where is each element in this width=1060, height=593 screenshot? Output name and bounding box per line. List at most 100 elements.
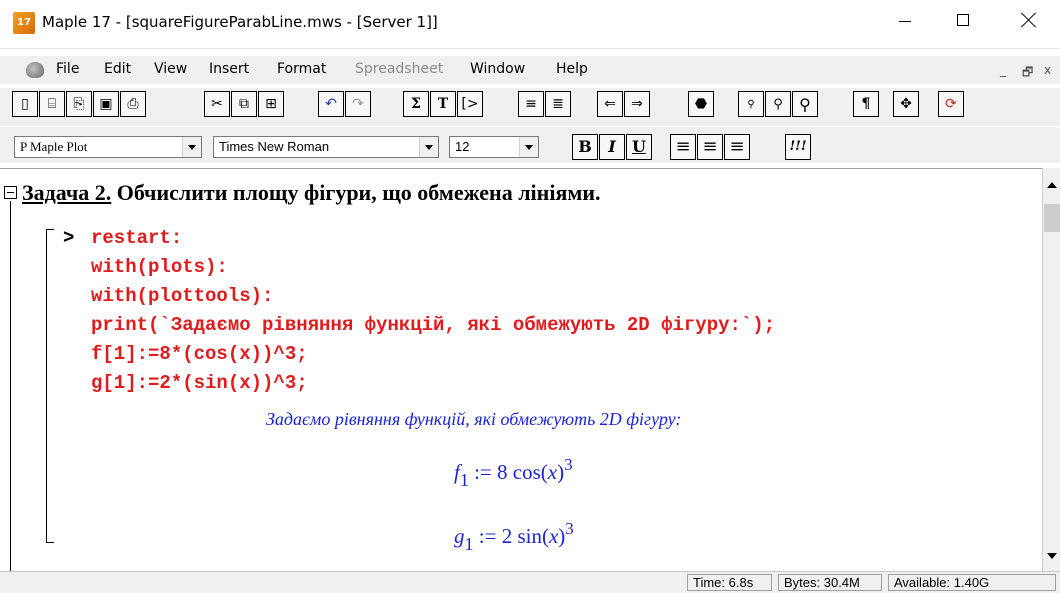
argument: x [548, 524, 559, 548]
chevron-down-icon[interactable] [419, 137, 438, 157]
new-icon[interactable]: ▯ [12, 91, 38, 117]
function-name: sin [517, 524, 542, 548]
toolbar-group-file: ▯ ⌸ ⎘ ▣ ⎙ [12, 91, 146, 119]
heading-text: Обчислити площу фігури, що обмежена ліні… [111, 180, 601, 205]
maple-leaf-icon[interactable] [26, 62, 44, 78]
status-time: Time: 6.8s [687, 574, 772, 591]
open-icon[interactable]: ⌸ [39, 91, 65, 117]
restart-icon[interactable]: ⟳ [938, 91, 964, 117]
font-select-value: Times New Roman [219, 139, 330, 154]
minimize-icon [899, 20, 911, 22]
menu-window[interactable]: Window [470, 61, 525, 77]
move-icon[interactable]: ✥ [893, 91, 919, 117]
back-icon[interactable]: ⇐ [597, 91, 623, 117]
code-line[interactable]: with(plottools): [91, 285, 273, 307]
coefficient: 8 [497, 460, 508, 484]
zoom-small-icon[interactable]: ⚲ [738, 91, 764, 117]
code-line[interactable]: f[1]:=8*(cos(x))^3; [91, 343, 308, 365]
chevron-down-icon[interactable] [519, 137, 538, 157]
output-f1: f1 := 8 cos(x)3 [454, 455, 573, 490]
zoom-medium-icon[interactable]: ⚲ [765, 91, 791, 117]
worksheet[interactable]: Задача 2. Обчислити площу фігури, що обм… [0, 168, 1042, 572]
bold-button[interactable]: B [572, 134, 598, 160]
minimize-button[interactable] [882, 0, 928, 36]
exponent: 3 [564, 455, 573, 474]
sigma-icon[interactable]: Σ [403, 91, 429, 117]
status-bytes: Bytes: 30.4M [778, 574, 882, 591]
toolbar-group-restart: ⟳ [938, 91, 964, 119]
menu-help[interactable]: Help [556, 61, 588, 77]
maximize-button[interactable] [940, 0, 986, 36]
code-line[interactable]: print(`Задаємо рівняння функцій, які обм… [91, 314, 775, 336]
output-name: g [454, 524, 465, 548]
save-icon[interactable]: ▣ [93, 91, 119, 117]
menu-insert[interactable]: Insert [209, 61, 249, 77]
forward-icon[interactable]: ⇒ [624, 91, 650, 117]
align-center-icon[interactable]: ≡ [697, 134, 723, 160]
open-url-icon[interactable]: ⎘ [66, 91, 92, 117]
vertical-scrollbar[interactable] [1042, 168, 1060, 571]
size-select-value: 12 [455, 139, 470, 154]
size-select[interactable]: 12 [449, 136, 539, 158]
collapse-icon[interactable]: ≡ [518, 91, 544, 117]
output-g1: g1 := 2 sin(x)3 [454, 519, 574, 554]
underline-button[interactable]: U [626, 134, 652, 160]
zoom-large-icon[interactable]: ⚲ [792, 91, 818, 117]
section-collapse-button[interactable] [4, 186, 17, 199]
execute-all-button[interactable]: !!! [785, 134, 811, 160]
exponent: 3 [565, 519, 574, 538]
mdi-minimize-button[interactable]: _ [1000, 63, 1006, 77]
style-select-value: P Maple Plot [20, 139, 88, 154]
style-select[interactable]: P Maple Plot [14, 136, 202, 158]
chevron-down-icon[interactable] [182, 137, 201, 157]
toolbar-group-navigation: ⇐ ⇒ [597, 91, 650, 119]
mdi-restore-button[interactable]: 🗗 [1022, 63, 1033, 84]
scroll-up-icon[interactable] [1047, 182, 1057, 188]
toolbar-group-sections: ≡ ≣ [518, 91, 571, 119]
status-bar: Time: 6.8s Bytes: 30.4M Available: 1.40G [0, 571, 1060, 593]
close-button[interactable] [1006, 0, 1052, 36]
undo-icon[interactable]: ↶ [318, 91, 344, 117]
code-line[interactable]: with(plots): [91, 256, 228, 278]
print-icon[interactable]: ⎙ [120, 91, 146, 117]
menu-format[interactable]: Format [277, 61, 326, 77]
paste-icon[interactable]: ⊞ [258, 91, 284, 117]
font-select[interactable]: Times New Roman [213, 136, 439, 158]
format-toolbar: P Maple Plot Times New Roman 12 B I U ≡ … [0, 127, 1060, 163]
output-subscript: 1 [464, 534, 474, 554]
toolbar-group-insert: Σ T [> [403, 91, 483, 119]
italic-button[interactable]: I [599, 134, 625, 160]
redo-icon[interactable]: ↷ [345, 91, 371, 117]
pilcrow-icon[interactable]: ¶ [853, 91, 879, 117]
cut-icon[interactable]: ✂ [204, 91, 230, 117]
section-heading: Задача 2. Обчислити площу фігури, що обм… [22, 180, 601, 206]
section-bracket [10, 201, 11, 572]
menu-spreadsheet[interactable]: Spreadsheet [355, 61, 443, 77]
menu-edit[interactable]: Edit [104, 61, 131, 77]
heading-task-number: Задача 2. [22, 180, 112, 205]
mdi-close-button[interactable]: x [1044, 63, 1051, 77]
status-available: Available: 1.40G [888, 574, 1056, 591]
title-bar: 17 Maple 17 - [squareFigureParabLine.mws… [0, 0, 1060, 49]
align-left-icon[interactable]: ≡ [670, 134, 696, 160]
toolbar-group-clipboard: ✂ ⧉ ⊞ [204, 91, 284, 119]
stop-icon[interactable]: ⬣ [688, 91, 714, 117]
execution-group-bracket[interactable] [46, 229, 54, 543]
code-line[interactable]: restart: [91, 227, 182, 249]
align-right-icon[interactable]: ≡ [724, 134, 750, 160]
scroll-down-icon[interactable] [1047, 553, 1057, 559]
toolbar-group-pilcrow: ¶ [853, 91, 879, 119]
input-prompt: > [63, 227, 75, 249]
output-subscript: 1 [459, 470, 469, 490]
assign-operator: := [474, 460, 492, 484]
copy-icon[interactable]: ⧉ [231, 91, 257, 117]
menu-view[interactable]: View [154, 61, 187, 77]
expand-icon[interactable]: ≣ [545, 91, 571, 117]
scrollbar-thumb[interactable] [1044, 204, 1060, 232]
code-line[interactable]: g[1]:=2*(sin(x))^3; [91, 372, 308, 394]
prompt-icon[interactable]: [> [457, 91, 483, 117]
text-icon[interactable]: T [430, 91, 456, 117]
toolbar-group-stop: ⬣ [688, 91, 714, 119]
function-name: cos [512, 460, 541, 484]
menu-file[interactable]: File [56, 61, 79, 77]
